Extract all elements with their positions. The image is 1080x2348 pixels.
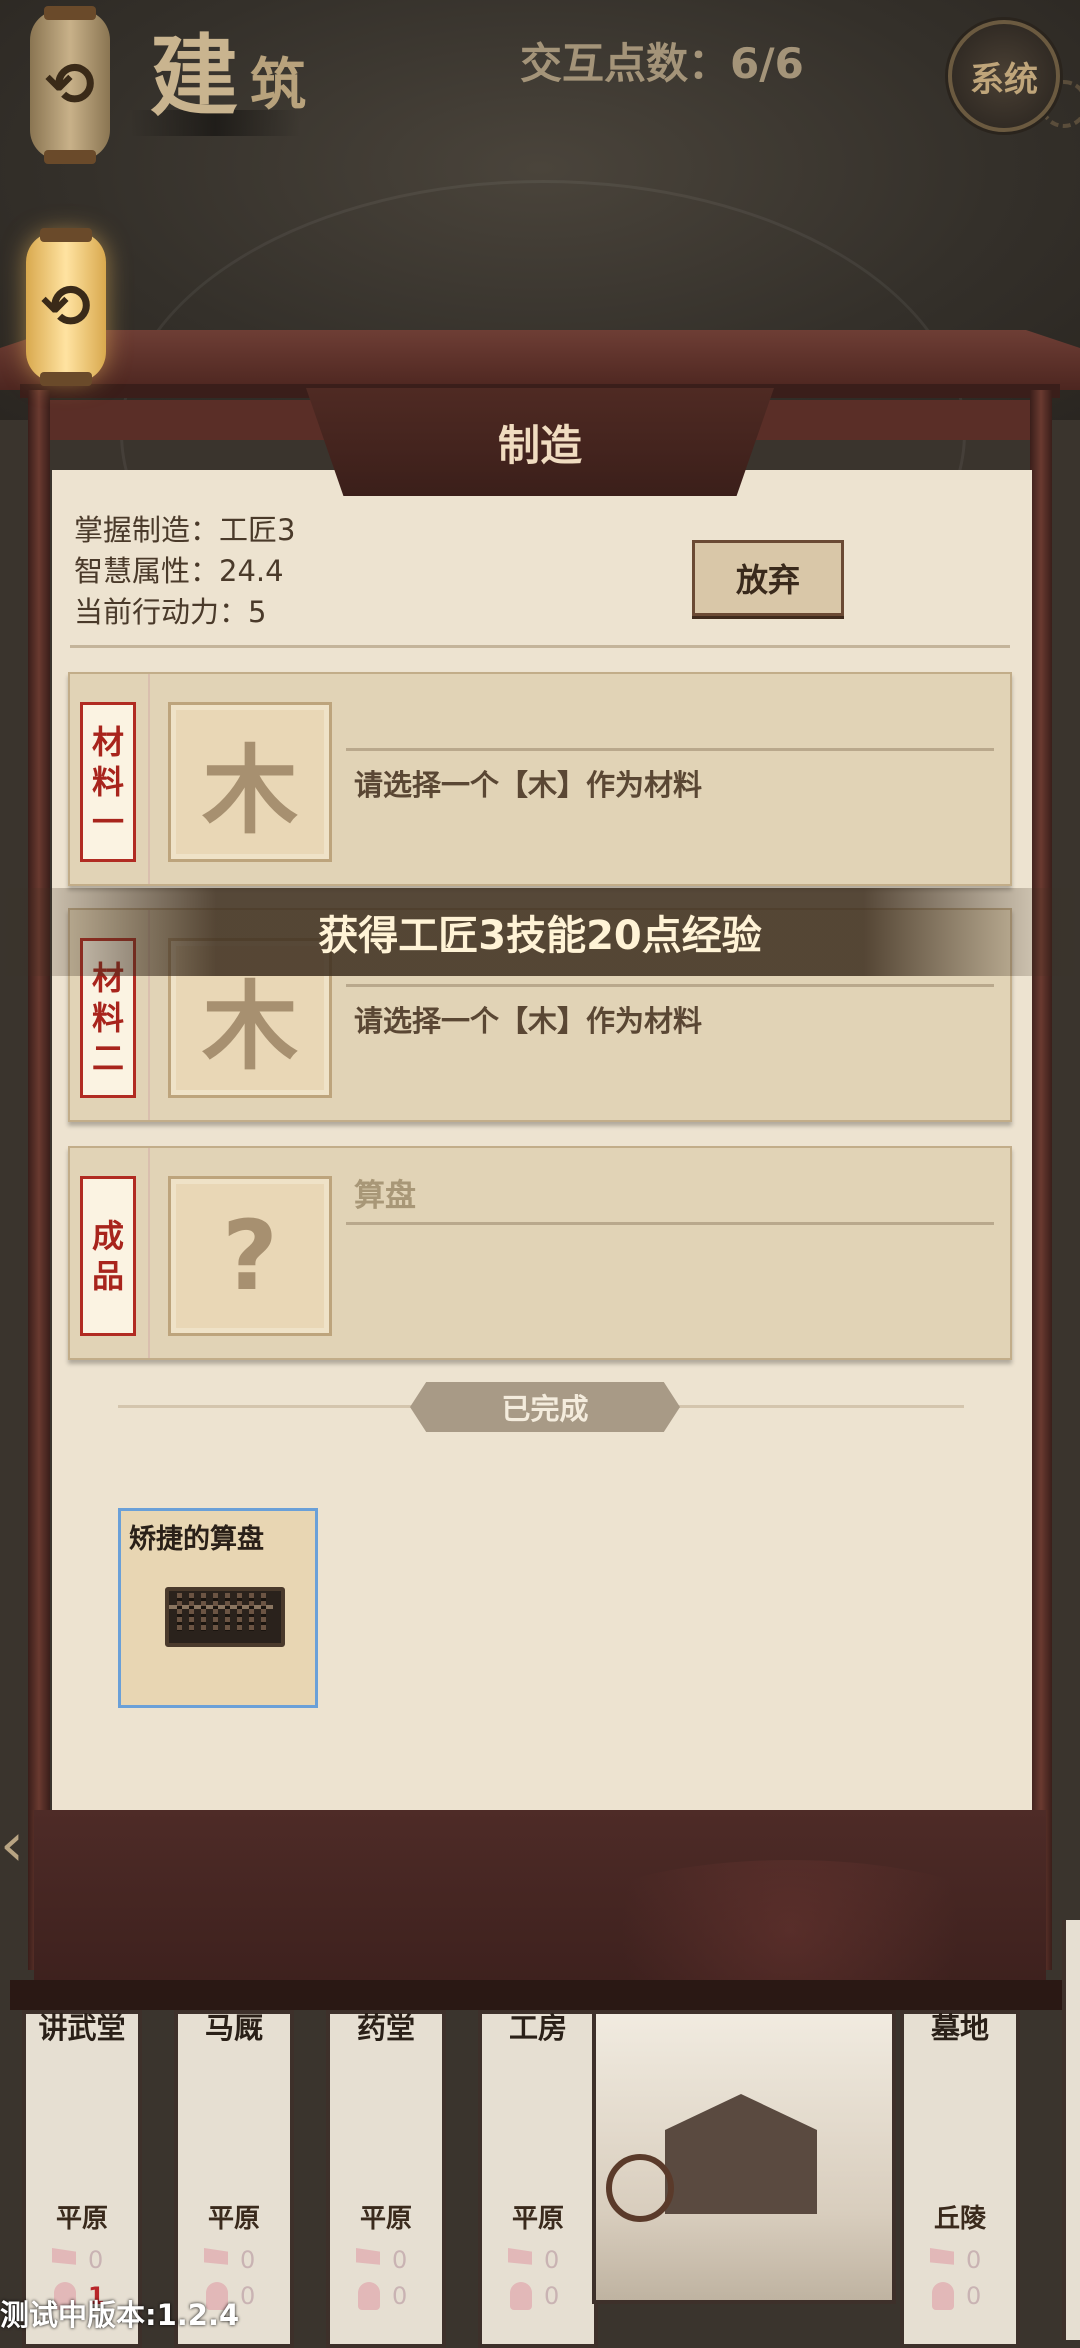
lantern-cap bbox=[44, 150, 96, 164]
stat-skill: 掌握制造：工匠3 bbox=[74, 513, 296, 547]
person-count: 0 bbox=[240, 2282, 256, 2310]
building-terrain: 平原 bbox=[511, 2204, 564, 2234]
person-icon bbox=[510, 2282, 532, 2310]
chevron-left-icon[interactable]: ‹ bbox=[0, 1810, 24, 1880]
interaction-points: 交互点数：6/6 bbox=[520, 39, 804, 88]
panel-title: 制造 bbox=[497, 420, 582, 470]
frame-roof bbox=[0, 330, 1080, 390]
panel-footer-pattern bbox=[560, 1860, 1020, 2000]
flag-count: 0 bbox=[392, 2246, 408, 2274]
flag-count: 0 bbox=[240, 2246, 256, 2274]
flag-icon bbox=[204, 2248, 228, 2265]
building-name: 墓地 bbox=[930, 2011, 989, 2045]
flag-icon bbox=[930, 2248, 954, 2265]
flag-icon bbox=[356, 2248, 380, 2265]
flag-icon bbox=[508, 2248, 532, 2265]
building-illustration[interactable] bbox=[592, 2010, 896, 2304]
back-button-top[interactable]: ⟲ bbox=[30, 6, 110, 164]
building-name: 药堂 bbox=[356, 2011, 415, 2045]
completed-item[interactable]: 矫捷的算盘 bbox=[118, 1508, 318, 1708]
panel-base bbox=[10, 1980, 1070, 2010]
lantern-cap bbox=[44, 6, 96, 20]
back-arrow-icon: ⟲ bbox=[40, 272, 92, 342]
stat-action-points: 当前行动力：5 bbox=[74, 595, 267, 629]
building-card[interactable]: 墓地 丘陵 0 0 bbox=[900, 2010, 1020, 2348]
system-label: 系统 bbox=[970, 59, 1038, 100]
flag-icon bbox=[52, 2248, 76, 2265]
stat-wisdom: 智慧属性：24.4 bbox=[74, 554, 284, 588]
waterwheel-image bbox=[606, 2154, 674, 2222]
page-title: 建 bbox=[150, 24, 238, 128]
lantern-cap bbox=[40, 228, 92, 242]
abacus-icon bbox=[165, 1587, 285, 1647]
divider bbox=[70, 645, 1010, 648]
slot-tag: 材 料 一 bbox=[80, 702, 136, 862]
back-arrow-icon: ⟲ bbox=[44, 50, 96, 120]
building-name: 讲武堂 bbox=[38, 2011, 126, 2045]
building-terrain: 丘陵 bbox=[933, 2204, 986, 2234]
slot-tag-char: 二 bbox=[91, 1039, 124, 1077]
craft-stats: 掌握制造：工匠3 智慧属性：24.4 当前行动力：5 bbox=[74, 510, 295, 633]
material-slot-1[interactable]: 材 料 一 木 请选择一个【木】作为材料 bbox=[68, 672, 1012, 886]
slot-divider bbox=[346, 748, 994, 751]
slot-tag-char: 品 bbox=[91, 1257, 124, 1295]
version-label: 测试中版本:1.2.4 bbox=[0, 2298, 240, 2332]
page-title-suffix: 筑 bbox=[250, 52, 306, 118]
material-placeholder[interactable]: 木 bbox=[168, 702, 332, 862]
building-card[interactable]: 工房 平原 0 0 bbox=[478, 2010, 598, 2348]
flag-count: 0 bbox=[88, 2246, 104, 2274]
panel-title-plaque: 制造 bbox=[306, 388, 774, 496]
completed-label: 已完成 bbox=[410, 1382, 680, 1432]
frame-pillar-left bbox=[28, 390, 50, 1970]
slot-tag-char: 一 bbox=[91, 803, 124, 841]
slot-tag-char: 材 bbox=[91, 723, 124, 761]
slot-separator bbox=[148, 1148, 150, 1358]
abandon-button[interactable]: 放弃 bbox=[692, 540, 844, 616]
slot-tag: 成 品 bbox=[80, 1176, 136, 1336]
building-name: 工房 bbox=[508, 2011, 567, 2045]
product-slot: 成 品 ? 算盘 bbox=[68, 1146, 1012, 1360]
lantern-cap bbox=[40, 372, 92, 386]
person-icon bbox=[358, 2282, 380, 2310]
person-count: 0 bbox=[392, 2282, 408, 2310]
building-terrain: 平原 bbox=[359, 2204, 412, 2234]
building-terrain: 平原 bbox=[207, 2204, 260, 2234]
person-count: 0 bbox=[966, 2282, 982, 2310]
person-icon bbox=[932, 2282, 954, 2310]
item-name: 矫捷的算盘 bbox=[129, 1524, 264, 1555]
experience-toast: 获得工匠3技能20点经验 bbox=[0, 888, 1080, 976]
slot-tag-char: 料 bbox=[91, 763, 124, 801]
slot-divider bbox=[346, 984, 994, 987]
slot-separator bbox=[148, 674, 150, 884]
back-button[interactable]: ⟲ bbox=[26, 228, 106, 386]
slot-tag-char: 成 bbox=[91, 1217, 124, 1255]
material-hint: 请选择一个【木】作为材料 bbox=[354, 1004, 703, 1038]
flag-count: 0 bbox=[544, 2246, 560, 2274]
building-card-edge bbox=[1062, 1920, 1080, 2340]
person-count: 0 bbox=[544, 2282, 560, 2310]
material-hint: 请选择一个【木】作为材料 bbox=[354, 768, 703, 802]
workshop-image bbox=[665, 2094, 817, 2214]
building-card[interactable]: 药堂 平原 0 0 bbox=[326, 2010, 446, 2348]
slot-tag-char: 料 bbox=[91, 999, 124, 1037]
flag-count: 0 bbox=[966, 2246, 982, 2274]
unknown-product-icon: ? bbox=[168, 1176, 332, 1336]
product-name: 算盘 bbox=[354, 1178, 416, 1214]
slot-divider bbox=[346, 1222, 994, 1225]
building-name: 马厩 bbox=[204, 2011, 263, 2045]
system-button[interactable]: 系统 bbox=[948, 20, 1060, 132]
building-terrain: 平原 bbox=[55, 2204, 108, 2234]
frame-pillar-right bbox=[1030, 390, 1052, 1970]
